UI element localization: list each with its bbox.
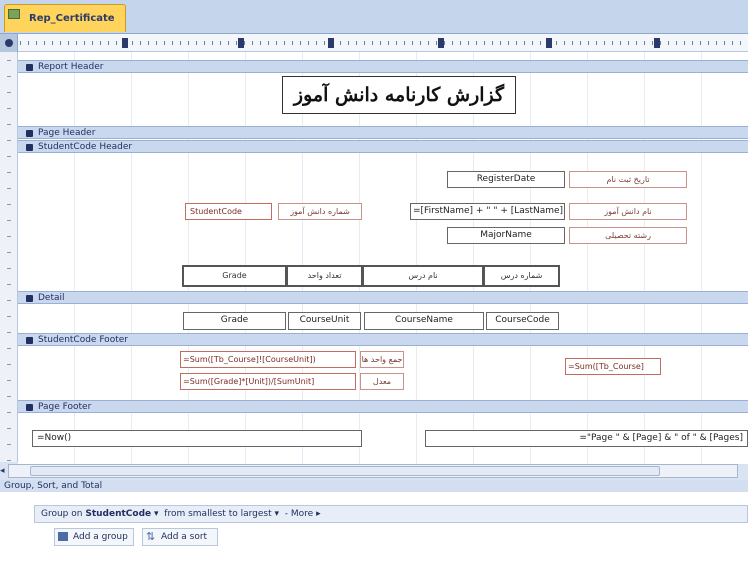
scroll-left-arrow-icon[interactable]: ◂ — [0, 464, 8, 478]
report-icon — [8, 9, 20, 19]
ruler-mark — [238, 38, 244, 48]
report-title-label[interactable]: گزارش کارنامه دانش آموز — [282, 76, 516, 114]
band-page-header[interactable]: Page Header — [18, 126, 748, 139]
ruler-mark — [438, 38, 444, 48]
sum-units-textbox[interactable]: =Sum([Tb_Course]![CourseUnit]) — [180, 351, 356, 368]
add-sort-label: Add a sort — [161, 532, 208, 542]
sort-az-icon: ⇅ — [146, 530, 156, 543]
band-report-header[interactable]: Report Header — [18, 60, 748, 73]
ruler-mark — [328, 38, 334, 48]
full-name-textbox[interactable]: =[FirstName] + " " + [LastName] — [410, 203, 565, 220]
course-code-textbox[interactable]: CourseCode — [486, 312, 559, 330]
page-number-textbox[interactable]: ="Page " & [Page] & " of " & [Pages] — [425, 430, 748, 447]
now-textbox[interactable]: =Now() — [32, 430, 362, 447]
average-label[interactable]: معدل — [360, 373, 404, 390]
sum-units-label[interactable]: جمع واحد ها — [360, 351, 404, 368]
average-textbox[interactable]: =Sum([Grade]*[Unit])/[SumUnit] — [180, 373, 356, 390]
vertical-ruler — [0, 52, 18, 462]
count-courses-textbox[interactable]: =Sum([Tb_Course] — [565, 358, 661, 375]
register-date-textbox[interactable]: RegisterDate — [447, 171, 565, 188]
column-heading-course-name[interactable]: نام درس — [363, 265, 484, 287]
group-sort-total-title: Group, Sort, and Total — [0, 480, 748, 492]
major-name-label[interactable]: رشته تحصیلی — [569, 227, 687, 244]
student-code-label[interactable]: شماره دانش آموز — [278, 203, 362, 220]
more-arrow-icon[interactable]: ▸ — [316, 509, 321, 519]
course-unit-textbox[interactable]: CourseUnit — [288, 312, 361, 330]
add-group-icon — [58, 532, 68, 541]
ruler-mark — [122, 38, 128, 48]
ruler-mark — [546, 38, 552, 48]
dropdown-arrow-icon[interactable]: ▾ — [154, 509, 159, 519]
full-name-label[interactable]: نام دانش آموز — [569, 203, 687, 220]
sort-order-dropdown[interactable]: from smallest to largest — [164, 509, 271, 519]
ruler-ticks — [20, 41, 748, 45]
register-date-label[interactable]: تاریخ ثبت نام — [569, 171, 687, 188]
scrollbar-thumb[interactable] — [30, 466, 660, 476]
report-tab[interactable]: Rep_Certificate — [4, 4, 126, 32]
group-on-prefix: Group on — [41, 509, 83, 519]
more-options-link[interactable]: More — [291, 509, 313, 519]
ruler-mark — [654, 38, 660, 48]
grade-textbox[interactable]: Grade — [183, 312, 286, 330]
band-detail[interactable]: Detail — [18, 291, 748, 304]
report-tab-label: Rep_Certificate — [29, 13, 115, 24]
student-code-textbox[interactable]: StudentCode — [185, 203, 272, 220]
band-studentcode-header[interactable]: StudentCode Header — [18, 140, 748, 153]
column-heading-course-code[interactable]: شماره درس — [484, 265, 560, 287]
selector-dot-icon — [5, 39, 13, 47]
column-heading-course-unit[interactable]: تعداد واحد — [287, 265, 363, 287]
group-field-dropdown[interactable]: StudentCode — [85, 509, 151, 519]
report-selector[interactable] — [0, 34, 18, 52]
major-name-textbox[interactable]: MajorName — [447, 227, 565, 244]
group-on-row[interactable]: Group on StudentCode ▾ from smallest to … — [34, 505, 748, 523]
add-group-label: Add a group — [73, 532, 128, 542]
band-studentcode-footer[interactable]: StudentCode Footer — [18, 333, 748, 346]
band-page-footer[interactable]: Page Footer — [18, 400, 748, 413]
course-name-textbox[interactable]: CourseName — [364, 312, 484, 330]
column-heading-grade[interactable]: Grade — [182, 265, 287, 287]
dropdown-arrow-icon[interactable]: ▾ — [275, 509, 280, 519]
